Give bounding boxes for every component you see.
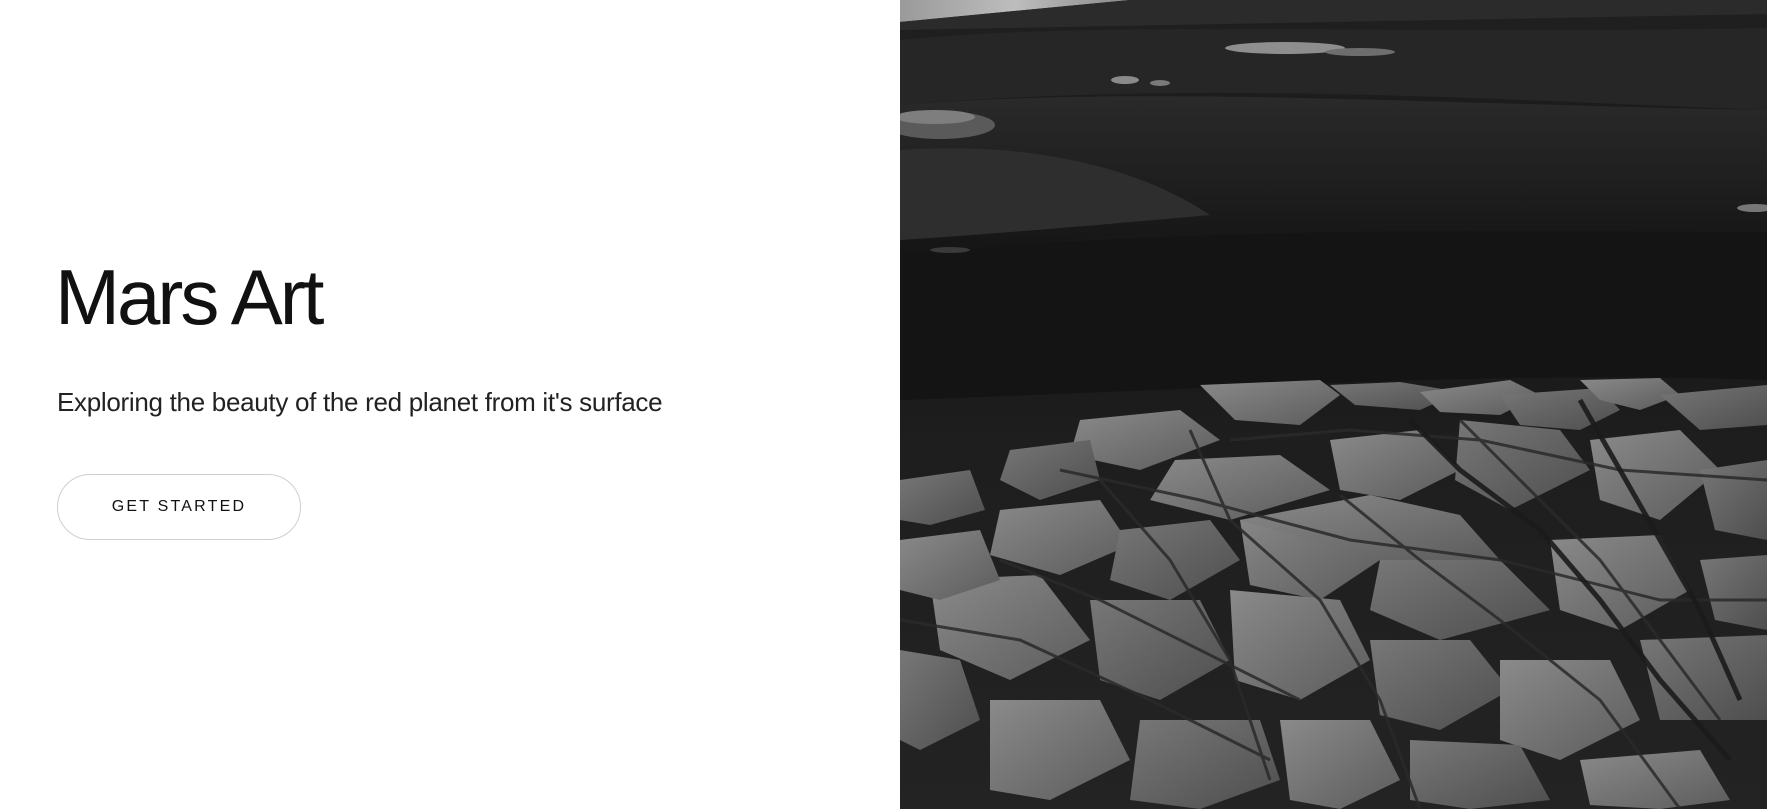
hero-title: Mars Art	[55, 253, 324, 341]
hero-subtitle: Exploring the beauty of the red planet f…	[57, 387, 663, 417]
hero-section: Mars Art Exploring the beauty of the red…	[0, 0, 900, 809]
mars-surface-image	[900, 0, 1767, 809]
get-started-button[interactable]: GET STARTED	[57, 474, 301, 540]
landing-page: Mars Art Exploring the beauty of the red…	[0, 0, 1767, 809]
mars-surface-photo	[900, 0, 1767, 809]
